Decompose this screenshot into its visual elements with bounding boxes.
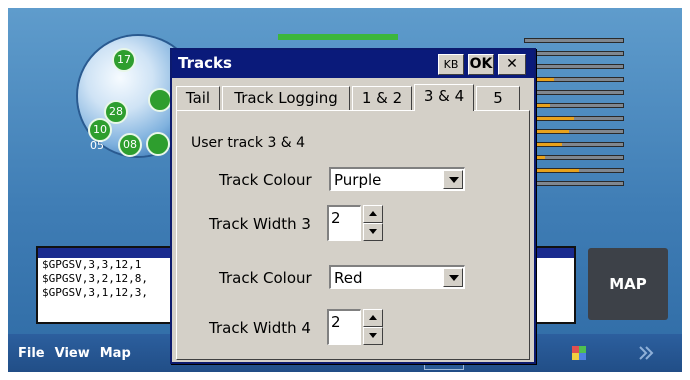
track4-width-up-icon[interactable] [363, 309, 383, 327]
track3-width-value: 2 [331, 209, 341, 227]
tracks-dialog: Tracks KB OK ✕ Tail Track Logging 1 & 2 … [170, 48, 536, 364]
satellite-marker: 17 [112, 48, 136, 72]
close-button[interactable]: ✕ [498, 54, 526, 75]
track3-width-down-icon[interactable] [363, 223, 383, 241]
app-background: 17 28 10 05 08 $GPGSV,3,3,12,1 $GPGSV,3,… [8, 8, 682, 372]
close-icon: ✕ [506, 56, 518, 72]
track3-colour-value: Purple [334, 171, 382, 189]
track3-width-input[interactable]: 2 [327, 205, 361, 241]
signal-bar [524, 38, 624, 43]
track4-width-value: 2 [331, 313, 341, 331]
signal-bar [524, 64, 624, 69]
tab-track-logging[interactable]: Track Logging [222, 86, 350, 110]
dropdown-arrow-icon[interactable] [443, 268, 463, 287]
track3-colour-label: Track Colour [219, 171, 312, 189]
more-chevron-icon[interactable] [636, 342, 658, 364]
tab-panel: User track 3 & 4 Track Colour Purple Tra… [176, 110, 530, 360]
dialog-titlebar: Tracks KB OK ✕ [172, 50, 534, 78]
signal-bar [524, 90, 624, 95]
satellite-marker: 08 [118, 133, 142, 157]
track4-width-label: Track Width 4 [209, 319, 311, 337]
signal-bar [524, 77, 624, 82]
signal-strength-bar-top [278, 34, 398, 40]
signal-bar [524, 116, 624, 121]
signal-bar [524, 155, 624, 160]
ok-button[interactable]: OK [468, 54, 494, 75]
track4-colour-value: Red [334, 269, 363, 287]
track3-width-up-icon[interactable] [363, 205, 383, 223]
map-button[interactable]: MAP [588, 248, 668, 320]
satellite-marker: 05 [90, 139, 104, 152]
signal-bar [524, 181, 624, 186]
tab-tracks-3-4[interactable]: 3 & 4 [414, 84, 474, 111]
menu-map[interactable]: Map [100, 346, 131, 361]
track4-width-down-icon[interactable] [363, 327, 383, 345]
tab-track-5[interactable]: 5 [476, 86, 520, 110]
signal-bar [524, 142, 624, 147]
track4-width-input[interactable]: 2 [327, 309, 361, 345]
satellite-marker [148, 88, 172, 112]
section-title: User track 3 & 4 [191, 135, 306, 151]
menu-file[interactable]: File [18, 346, 45, 361]
tab-tail[interactable]: Tail [176, 86, 220, 110]
track4-colour-label: Track Colour [219, 269, 312, 287]
dialog-title: Tracks [178, 54, 232, 72]
menu-view[interactable]: View [55, 346, 90, 361]
signal-bar [524, 129, 624, 134]
signal-bar [524, 51, 624, 56]
keyboard-button[interactable]: KB [438, 54, 464, 75]
tab-strip: Tail Track Logging 1 & 2 3 & 4 5 [176, 84, 534, 111]
dropdown-arrow-icon[interactable] [443, 170, 463, 189]
track4-colour-select[interactable]: Red [329, 265, 465, 289]
signal-bar [524, 168, 624, 173]
satellite-marker [146, 132, 170, 156]
tab-tracks-1-2[interactable]: 1 & 2 [352, 86, 412, 110]
signal-bar [524, 103, 624, 108]
track3-width-label: Track Width 3 [209, 215, 311, 233]
track3-colour-select[interactable]: Purple [329, 167, 465, 191]
color-palette-icon[interactable] [568, 342, 590, 364]
